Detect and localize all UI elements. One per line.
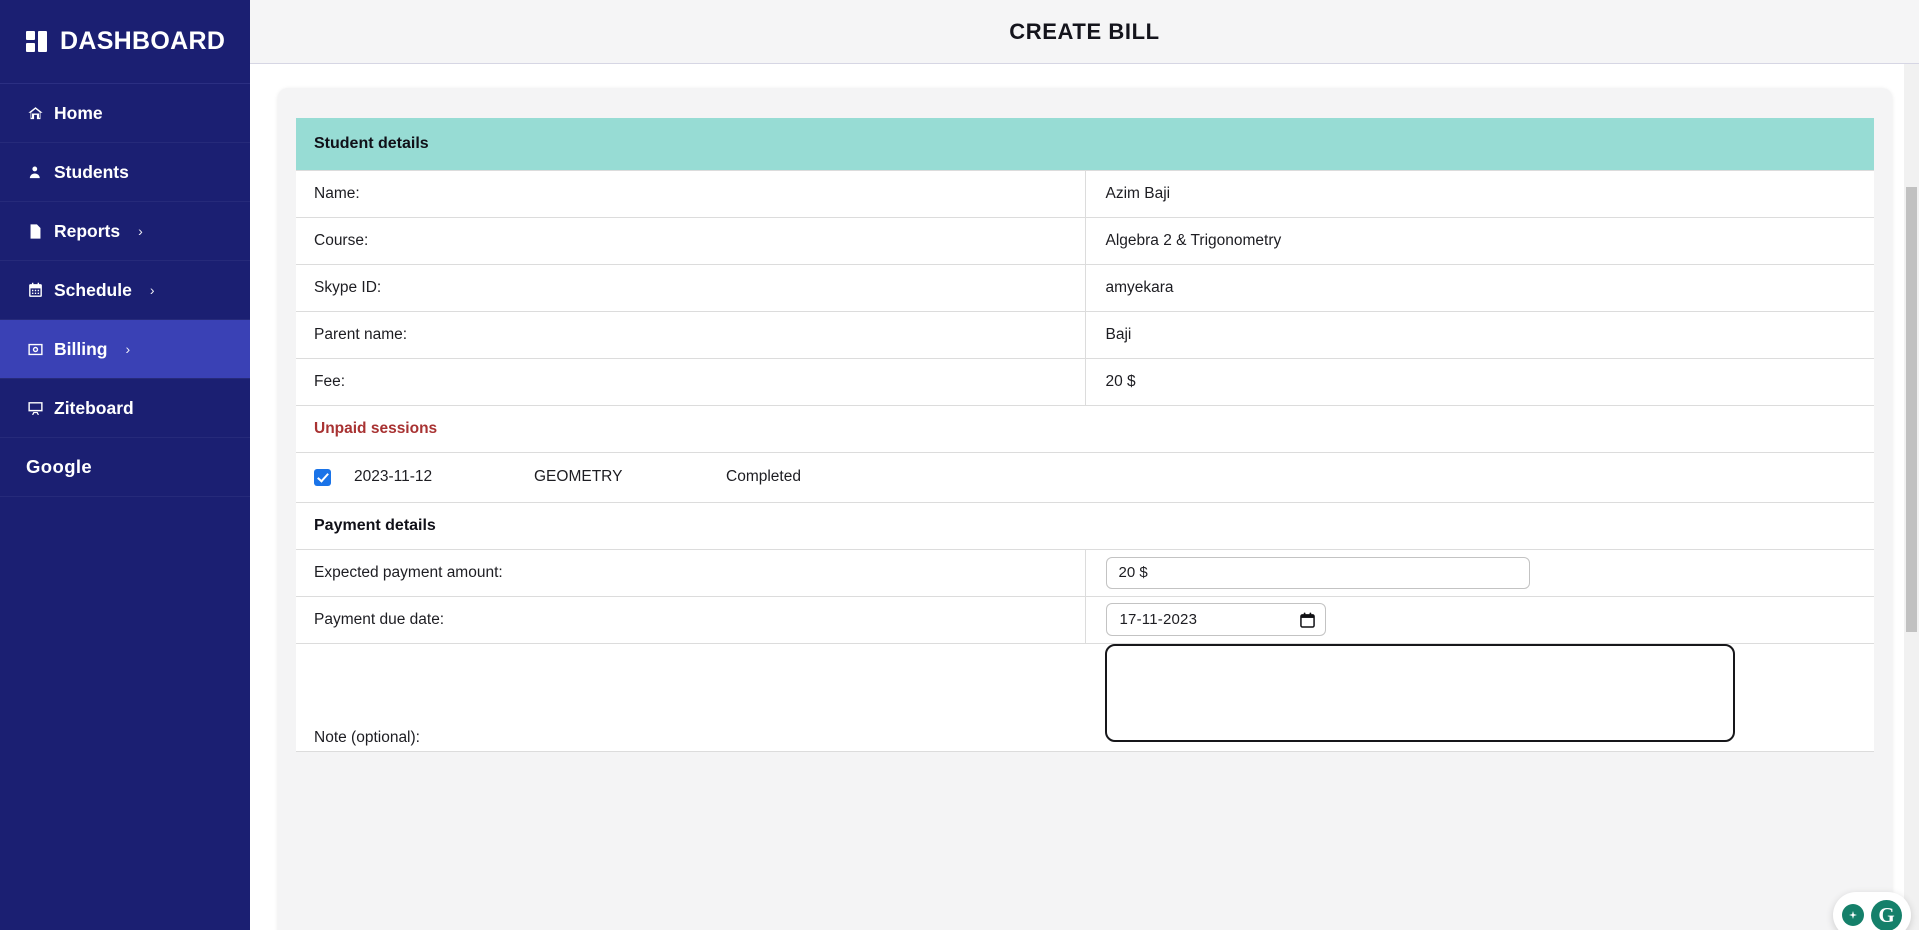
brand-logo[interactable]: DASHBOARD bbox=[0, 0, 250, 84]
money-icon bbox=[26, 340, 45, 359]
chevron-right-icon: › bbox=[138, 223, 143, 239]
google-logo: Google bbox=[26, 456, 93, 477]
grammarly-widget[interactable]: G bbox=[1833, 892, 1911, 930]
expected-payment-input[interactable] bbox=[1105, 556, 1530, 589]
sidebar-item-label: Home bbox=[54, 102, 103, 123]
note-textarea[interactable] bbox=[1105, 643, 1735, 742]
row-label-skype-id: Skype ID: bbox=[296, 264, 1086, 311]
calendar-icon bbox=[26, 281, 45, 300]
whiteboard-icon bbox=[26, 399, 45, 418]
table-row: Expected payment amount: bbox=[296, 549, 1874, 596]
sidebar-item-label: Schedule bbox=[54, 279, 132, 300]
sidebar-item-label: Students bbox=[54, 161, 129, 182]
chevron-right-icon: › bbox=[125, 341, 131, 357]
expected-payment-label: Expected payment amount: bbox=[296, 549, 1086, 596]
table-row: Note (optional): bbox=[296, 643, 1874, 751]
page-title: CREATE BILL bbox=[1009, 18, 1160, 44]
main-area: CREATE BILL Student details Name: Azim B… bbox=[250, 0, 1919, 930]
table-row: Name: Azim Baji bbox=[296, 170, 1874, 217]
chevron-right-icon: › bbox=[149, 282, 155, 298]
payment-due-date-input[interactable]: 17-11-2023 bbox=[1105, 603, 1326, 636]
row-value-parent-name: Baji bbox=[1105, 325, 1132, 343]
table-row: Payment due date: 17-11-2023 bbox=[296, 596, 1874, 643]
user-icon bbox=[26, 163, 45, 182]
content-scroll-region: Student details Name: Azim Baji Course: … bbox=[250, 64, 1919, 930]
row-value-name: Azim Baji bbox=[1105, 184, 1171, 202]
table-row: Parent name: Baji bbox=[296, 311, 1874, 358]
home-icon bbox=[26, 104, 45, 123]
unpaid-sessions-title: Unpaid sessions bbox=[314, 419, 438, 437]
row-value-course: Algebra 2 & Trigonometry bbox=[1105, 231, 1282, 249]
sidebar-item-billing[interactable]: Billing › bbox=[0, 320, 250, 379]
table-row: Skype ID: amyekara bbox=[296, 264, 1874, 311]
session-date: 2023-11-12 bbox=[354, 468, 433, 485]
payment-details-title: Payment details bbox=[314, 516, 436, 534]
bill-table: Student details Name: Azim Baji Course: … bbox=[296, 118, 1874, 752]
payment-due-date-value: 17-11-2023 bbox=[1119, 611, 1198, 628]
sidebar-item-reports[interactable]: Reports › bbox=[0, 202, 250, 261]
brand-title: DASHBOARD bbox=[60, 27, 226, 55]
sidebar-item-home[interactable]: Home bbox=[0, 84, 250, 143]
unpaid-session-item: 2023-11-12 GEOMETRY Completed bbox=[314, 468, 1874, 486]
row-label-name: Name: bbox=[296, 170, 1086, 217]
session-subject: GEOMETRY bbox=[534, 468, 623, 485]
vertical-scrollbar[interactable] bbox=[1904, 64, 1919, 930]
sidebar-item-ziteboard[interactable]: Ziteboard bbox=[0, 379, 250, 438]
student-details-header-row: Student details bbox=[296, 118, 1874, 170]
app-root: DASHBOARD Home Students Reports › Schedu… bbox=[0, 0, 1919, 930]
grammarly-sparkle-icon[interactable] bbox=[1842, 904, 1864, 926]
sidebar: DASHBOARD Home Students Reports › Schedu… bbox=[0, 0, 250, 930]
row-label-course: Course: bbox=[296, 217, 1086, 264]
note-label: Note (optional): bbox=[314, 728, 420, 746]
sidebar-item-google[interactable]: Google bbox=[0, 438, 250, 497]
table-row: Fee: 20 $ bbox=[296, 358, 1874, 405]
row-value-fee: 20 $ bbox=[1105, 372, 1136, 390]
sidebar-item-label: Billing bbox=[54, 338, 108, 359]
sidebar-item-schedule[interactable]: Schedule › bbox=[0, 261, 250, 320]
grammarly-logo-icon[interactable]: G bbox=[1871, 899, 1902, 930]
row-label-parent-name: Parent name: bbox=[296, 311, 1086, 358]
sidebar-item-label: Reports bbox=[54, 220, 121, 241]
session-status: Completed bbox=[726, 468, 801, 485]
report-file-icon bbox=[26, 222, 45, 241]
top-header: CREATE BILL bbox=[250, 0, 1919, 64]
payment-details-header-row: Payment details bbox=[296, 502, 1874, 549]
payment-due-date-label: Payment due date: bbox=[296, 596, 1086, 643]
row-value-skype-id: amyekara bbox=[1105, 278, 1174, 296]
session-checkbox[interactable] bbox=[314, 468, 331, 486]
table-row: Course: Algebra 2 & Trigonometry bbox=[296, 217, 1874, 264]
sidebar-item-students[interactable]: Students bbox=[0, 143, 250, 202]
unpaid-sessions-header-row: Unpaid sessions bbox=[296, 405, 1874, 452]
scrollbar-thumb[interactable] bbox=[1906, 187, 1917, 632]
table-row: 2023-11-12 GEOMETRY Completed bbox=[296, 452, 1874, 502]
row-label-fee: Fee: bbox=[296, 358, 1086, 405]
student-details-title: Student details bbox=[314, 134, 429, 152]
create-bill-card: Student details Name: Azim Baji Course: … bbox=[278, 88, 1892, 930]
sidebar-item-label: Ziteboard bbox=[54, 397, 134, 418]
grid-icon bbox=[26, 31, 48, 52]
calendar-icon[interactable] bbox=[1299, 612, 1315, 628]
